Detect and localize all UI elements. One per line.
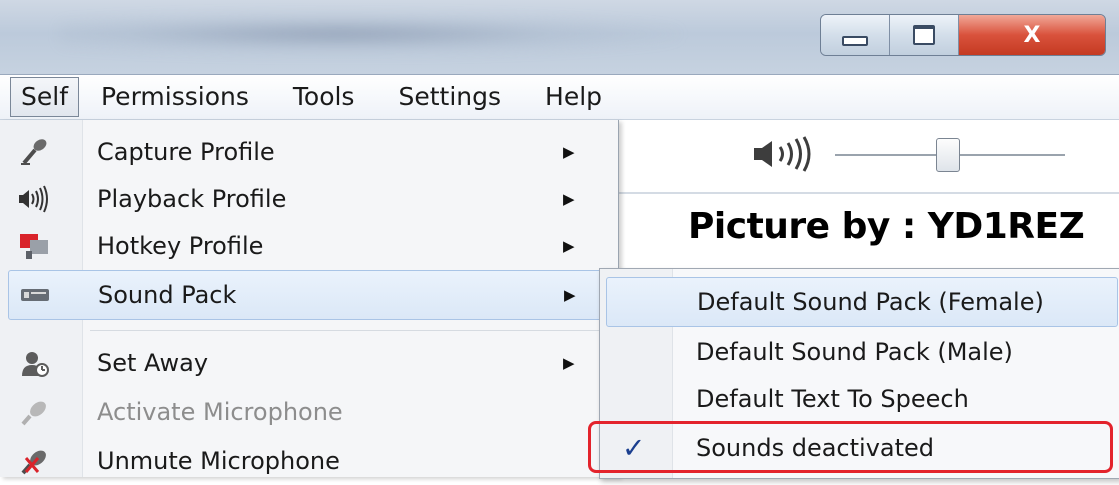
menu-item-label: Capture Profile	[97, 138, 275, 166]
menu-bar: Self Permissions Tools Settings Help	[0, 75, 1119, 120]
submenu-arrow-icon: ▶	[563, 190, 575, 208]
submenu-arrow-icon: ▶	[563, 354, 575, 372]
speaker-icon	[754, 136, 811, 172]
menu-item-activate-microphone[interactable]: Activate Microphone	[0, 388, 616, 436]
submenu-item-label: Sounds deactivated	[696, 434, 935, 462]
menu-tools[interactable]: Tools	[271, 78, 377, 116]
menu-item-sound-pack[interactable]: Sound Pack ▶	[8, 270, 610, 320]
minimize-button[interactable]	[821, 15, 890, 55]
submenu-item-label: Default Sound Pack (Female)	[697, 288, 1044, 316]
sound-pack-icon	[21, 289, 49, 301]
microphone-icon	[21, 401, 46, 426]
submenu-item-text-to-speech[interactable]: Default Text To Speech	[600, 375, 1118, 423]
speaker-icon	[19, 185, 48, 213]
volume-slider-thumb[interactable]	[936, 138, 960, 172]
submenu-item-label: Default Sound Pack (Male)	[696, 338, 1013, 366]
away-icon	[22, 352, 49, 377]
menu-item-label: Unmute Microphone	[97, 447, 340, 475]
submenu-arrow-icon: ▶	[564, 286, 576, 304]
menu-item-unmute-microphone[interactable]: Unmute Microphone	[0, 437, 616, 485]
close-button[interactable]: X	[959, 15, 1105, 55]
sound-pack-submenu: Default Sound Pack (Female) Default Soun…	[599, 268, 1119, 479]
menu-settings[interactable]: Settings	[376, 78, 523, 116]
menu-separator	[90, 330, 610, 331]
submenu-arrow-icon: ▶	[563, 237, 575, 255]
muted-microphone-icon	[21, 450, 46, 475]
submenu-item-label: Default Text To Speech	[696, 385, 969, 413]
submenu-arrow-icon: ▶	[563, 143, 575, 161]
hotkey-icon	[20, 234, 48, 259]
menu-item-label: Set Away	[97, 349, 209, 377]
close-icon: X	[1023, 22, 1041, 48]
menu-item-label: Sound Pack	[98, 281, 237, 309]
submenu-item-sounds-deactivated[interactable]: ✓ Sounds deactivated	[600, 424, 1118, 472]
maximize-button[interactable]	[890, 15, 959, 55]
panel-divider	[612, 192, 1119, 194]
menu-permissions[interactable]: Permissions	[79, 78, 271, 116]
window-controls: X	[820, 14, 1106, 56]
menu-item-playback-profile[interactable]: Playback Profile ▶	[0, 175, 616, 223]
checkmark-icon: ✓	[622, 431, 646, 465]
submenu-item-default-female[interactable]: Default Sound Pack (Female)	[606, 277, 1118, 327]
volume-control	[750, 130, 1080, 180]
menu-self[interactable]: Self	[10, 77, 79, 117]
blurred-window-title	[60, 14, 680, 54]
menu-item-hotkey-profile[interactable]: Hotkey Profile ▶	[0, 222, 616, 270]
menu-item-capture-profile[interactable]: Capture Profile ▶	[0, 128, 616, 176]
self-menu: Capture Profile ▶ Playback Profile ▶ Hot…	[0, 120, 619, 477]
watermark-credit: Picture by : YD1REZ	[688, 206, 1085, 247]
menu-item-label: Activate Microphone	[97, 398, 343, 426]
menu-item-label: Hotkey Profile	[97, 232, 264, 260]
maximize-icon	[913, 25, 935, 45]
minimize-icon	[842, 36, 868, 46]
menu-help[interactable]: Help	[523, 78, 624, 116]
microphone-icon	[21, 139, 47, 165]
window-titlebar: X	[0, 0, 1119, 75]
menu-item-label: Playback Profile	[97, 185, 287, 213]
submenu-item-default-male[interactable]: Default Sound Pack (Male)	[600, 328, 1118, 376]
menu-item-set-away[interactable]: Set Away ▶	[0, 339, 616, 387]
